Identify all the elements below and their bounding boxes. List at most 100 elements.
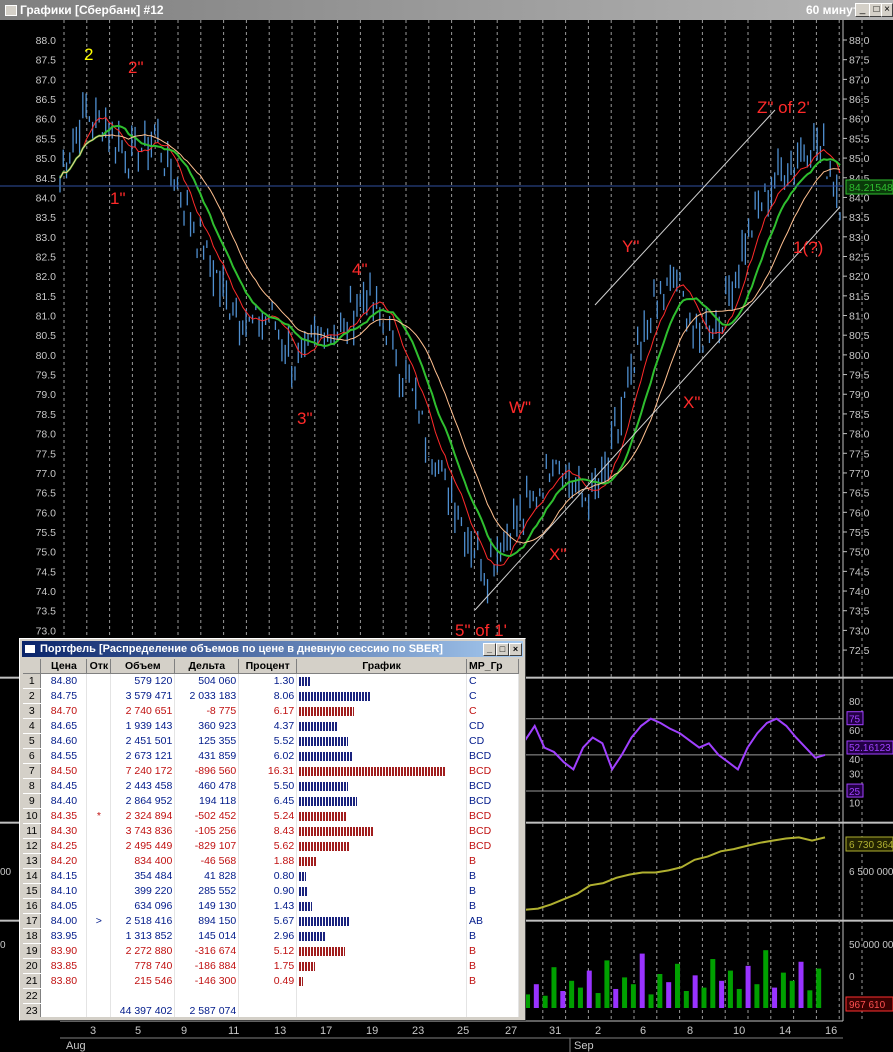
row-number: 21 — [23, 973, 42, 989]
volume-profile-bar — [299, 841, 350, 851]
price-tick-label-left: 77.5 — [36, 448, 57, 460]
volume-profile-bar — [299, 946, 346, 956]
column-header-mp[interactable]: MP_Гр — [466, 659, 519, 674]
table-row[interactable]: 6 84.55 2 673 121 431 859 6.02 BCD — [23, 748, 519, 764]
minimize-button[interactable]: _ — [855, 3, 870, 17]
price-tick-label-left: 77.0 — [36, 468, 57, 480]
column-header-percent[interactable]: Процент — [238, 659, 298, 674]
graph-cell — [296, 688, 468, 704]
table-row[interactable]: 8 84.45 2 443 458 460 478 5.50 BCD — [23, 778, 519, 794]
price-cell: 84.20 — [40, 853, 88, 869]
mp-cell: C — [466, 688, 519, 704]
table-row[interactable]: 20 83.85 778 740 -186 884 1.75 B — [23, 958, 519, 974]
volume-bar — [763, 950, 769, 1008]
price-tick-label-left: 76.5 — [36, 488, 57, 500]
oscillator-scale-label: 30 — [849, 770, 861, 781]
table-row[interactable]: 22 — [23, 988, 519, 1004]
mp-cell: BCD — [466, 823, 519, 839]
otk-cell — [86, 883, 112, 899]
column-header-price[interactable]: Цена — [40, 659, 88, 674]
portfolio-titlebar: Портфель [Распределение объемов по цене … — [22, 641, 523, 657]
volume-profile-table[interactable]: Цена Отк Объем Дельта Процент График MP_… — [23, 659, 519, 1017]
column-header-otk[interactable]: Отк — [86, 659, 112, 674]
table-row[interactable]: 5 84.60 2 451 501 125 355 5.52 CD — [23, 733, 519, 749]
portfolio-window[interactable]: Портфель [Распределение объемов по цене … — [19, 638, 526, 1021]
table-row[interactable]: 4 84.65 1 939 143 360 923 4.37 CD — [23, 718, 519, 734]
table-row[interactable]: 3 84.70 2 740 651 -8 775 6.17 C — [23, 703, 519, 719]
price-tick-label-left: 74.0 — [36, 586, 57, 598]
price-cell: 84.10 — [40, 883, 88, 899]
graph-cell — [296, 793, 468, 809]
wave-label: Z" of 2' — [757, 98, 810, 117]
table-row[interactable]: 10 84.35 * 2 324 894 -502 452 5.24 BCD — [23, 808, 519, 824]
table-row[interactable]: 14 84.15 354 484 41 828 0.80 B — [23, 868, 519, 884]
timeframe-label[interactable]: 60 минут — [806, 3, 859, 17]
row-number: 20 — [23, 958, 42, 974]
price-tick-label-right: 74.0 — [849, 586, 870, 598]
row-number: 4 — [23, 718, 42, 734]
table-row[interactable]: 23 44 397 402 2 587 074 — [23, 1003, 519, 1017]
price-cell: 84.45 — [40, 778, 88, 794]
mp-cell — [466, 988, 519, 1004]
volume-bar — [648, 994, 654, 1008]
delta-cell: -502 452 — [174, 808, 240, 824]
delta-cell: -46 568 — [174, 853, 240, 869]
price-cell: 84.25 — [40, 838, 88, 854]
price-tick-label-left: 75.5 — [36, 527, 57, 539]
price-tick-label-right: 76.0 — [849, 507, 870, 519]
portfolio-maximize-button[interactable]: □ — [496, 643, 509, 656]
column-header-delta[interactable]: Дельта — [174, 659, 240, 674]
graph-cell — [296, 853, 468, 869]
time-tick-label: 14 — [779, 1025, 791, 1037]
portfolio-close-button[interactable]: × — [509, 643, 522, 656]
volume-profile-bar — [299, 901, 313, 911]
volume-scale-zero: 0 — [849, 972, 855, 983]
price-cell: 84.00 — [40, 913, 88, 929]
row-number: 2 — [23, 688, 42, 704]
row-number: 22 — [23, 988, 42, 1004]
delta-cell: -8 775 — [174, 703, 240, 719]
otk-cell — [86, 823, 112, 839]
table-row[interactable]: 17 84.00 >2 518 416 894 150 5.67 AB — [23, 913, 519, 929]
table-row[interactable]: 16 84.05 634 096 149 130 1.43 B — [23, 898, 519, 914]
table-row[interactable]: 9 84.40 2 864 952 194 118 6.45 BCD — [23, 793, 519, 809]
mp-cell: B — [466, 868, 519, 884]
volume-profile-bar — [299, 826, 375, 836]
volume-cell: 2 443 458 — [110, 778, 176, 794]
volume-cell: 579 120 — [110, 673, 176, 689]
row-number: 23 — [23, 1003, 42, 1017]
volume-bar — [789, 980, 795, 1008]
table-row[interactable]: 21 83.80 215 546 -146 300 0.49 B — [23, 973, 519, 989]
price-cell: 84.65 — [40, 718, 88, 734]
table-row[interactable]: 15 84.10 399 220 285 552 0.90 B — [23, 883, 519, 899]
table-row[interactable]: 7 84.50 7 240 172 -896 560 16.31 BCD — [23, 763, 519, 779]
table-row[interactable]: 13 84.20 834 400 -46 568 1.88 B — [23, 853, 519, 869]
price-cell: 84.80 — [40, 673, 88, 689]
column-header-graph[interactable]: График — [296, 659, 468, 674]
table-row[interactable]: 2 84.75 3 579 471 2 033 183 8.06 C — [23, 688, 519, 704]
volume-current-value: 967 610 — [849, 1000, 886, 1011]
time-tick-label: 3 — [90, 1025, 96, 1037]
portfolio-minimize-button[interactable]: _ — [483, 643, 496, 656]
percent-cell: 2.96 — [238, 928, 298, 944]
volume-cell: 2 864 952 — [110, 793, 176, 809]
price-tick-label-right: 80.0 — [849, 350, 870, 362]
table-row[interactable]: 12 84.25 2 495 449 -829 107 5.62 BCD — [23, 838, 519, 854]
price-tick-label-right: 79.5 — [849, 370, 870, 382]
column-header-volume[interactable]: Объем — [110, 659, 176, 674]
delta-cell: 894 150 — [174, 913, 240, 929]
table-row[interactable]: 11 84.30 3 743 836 -105 256 8.43 BCD — [23, 823, 519, 839]
time-tick-label: 5 — [135, 1025, 141, 1037]
table-row[interactable]: 19 83.90 2 272 880 -316 674 5.12 B — [23, 943, 519, 959]
table-row[interactable]: 1 84.80 579 120 504 060 1.30 C — [23, 673, 519, 689]
volume-profile-bar — [299, 751, 354, 761]
oscillator-scale-label: 40 — [849, 755, 861, 766]
price-tick-label-right: 82.0 — [849, 271, 870, 283]
price-tick-label-left: 86.0 — [36, 114, 57, 126]
percent-cell: 6.17 — [238, 703, 298, 719]
delta-cell: 360 923 — [174, 718, 240, 734]
month-label-aug: Aug — [66, 1040, 86, 1052]
table-row[interactable]: 18 83.95 1 313 852 145 014 2.96 B — [23, 928, 519, 944]
close-button[interactable]: × — [881, 3, 893, 17]
percent-cell: 4.37 — [238, 718, 298, 734]
